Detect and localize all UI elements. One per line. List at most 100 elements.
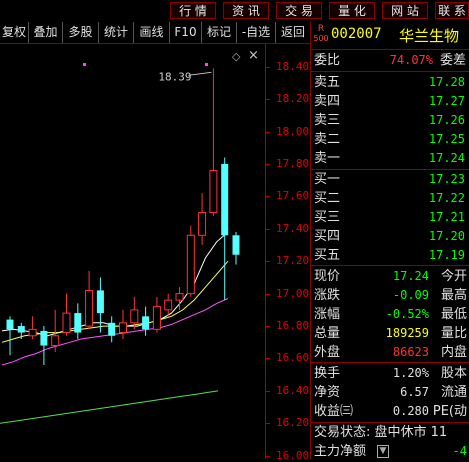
ask-level-2-value: 17.25: [428, 132, 465, 146]
axis-tick: [265, 423, 270, 425]
stat2-2: 收益㈢ 0.280 PE(动: [311, 402, 469, 421]
axis-tick-label: 16.00: [276, 448, 310, 462]
menu-trade[interactable]: 交 易: [276, 2, 322, 19]
bid-level-5: 买五 17.19: [311, 246, 469, 265]
axis-tick: [265, 196, 270, 198]
stat2-1-value: 6.57: [400, 385, 429, 399]
stat-4-value: 86623: [392, 345, 429, 359]
ask-level-5-label: 卖五: [314, 75, 341, 90]
stat2-2-label: 收益㈢: [314, 404, 354, 419]
tool-multi-stock[interactable]: 多股: [63, 22, 99, 43]
axis-tick-label: 17.20: [276, 254, 310, 268]
menu-news[interactable]: 资 讯: [223, 2, 269, 19]
axis-tick-label: 16.20: [276, 416, 310, 430]
chart-toolbar: 复权 叠加 多股 统计 画线 F10 标记 -自选 返回: [0, 22, 310, 44]
stat-1: 涨跌 -0.09 最高: [311, 286, 469, 305]
stat-1-label: 涨跌: [314, 288, 341, 303]
bid-level-4: 买四 17.20: [311, 227, 469, 246]
stat-1-value: -0.09: [392, 288, 429, 302]
net-flow-row[interactable]: 主力净额 ▼ -4: [311, 442, 469, 461]
axis-tick: [265, 358, 270, 360]
axis-tick-label: 17.40: [276, 221, 310, 235]
bid-level-2: 买二 17.22: [311, 189, 469, 208]
stat-4-label: 外盘: [314, 345, 341, 360]
axis-tick: [265, 228, 270, 230]
axis-tick: [265, 455, 270, 457]
menu-quotes[interactable]: 行 情: [170, 2, 216, 19]
quote-panel: R 500 002007 华兰生物 委比 74.07% 委差 卖五 17.28 卖四…: [310, 22, 469, 459]
stat-2-right-label: 最低: [440, 307, 467, 322]
ask-level-4: 卖四 17.27: [311, 92, 469, 111]
stat-0: 现价 17.24 今开: [311, 267, 469, 286]
tool-mark[interactable]: 标记: [202, 22, 237, 43]
bid-level-4-value: 17.20: [428, 229, 465, 243]
weicha-label: 委差: [439, 53, 466, 68]
stat2-0-right-label: 股本: [440, 366, 467, 381]
candle-body: [152, 306, 161, 330]
close-icon[interactable]: ×: [248, 48, 259, 63]
divider: [311, 265, 469, 266]
axis-tick: [265, 293, 270, 295]
axis-tick: [265, 163, 270, 165]
candle-body: [85, 289, 94, 327]
menu-website[interactable]: 网 站: [382, 2, 428, 19]
candle-body: [51, 335, 60, 347]
axis-tick-label: 16.80: [276, 319, 310, 333]
trade-status-row: 交易状态: 盘中休市 11: [311, 423, 469, 442]
stock-header: R 500 002007 华兰生物: [311, 22, 469, 50]
tool-draw-line[interactable]: 画线: [134, 22, 170, 43]
candle-body: [96, 290, 104, 314]
stat2-1: 净资 6.57 流通: [311, 383, 469, 402]
menu-contact[interactable]: 联 系: [435, 2, 469, 19]
stock-name: 华兰生物: [399, 27, 460, 45]
stat2-1-label: 净资: [314, 385, 341, 400]
candle-body: [28, 328, 37, 337]
weibi-label: 委比: [314, 53, 341, 68]
dropdown-icon[interactable]: ▼: [377, 445, 389, 458]
stat-3-label: 总量: [314, 326, 341, 341]
tool-restore-rights[interactable]: 复权: [0, 22, 29, 43]
kline-chart[interactable]: 18.39: [0, 44, 310, 459]
marker-dot: [83, 63, 86, 66]
tool-f10[interactable]: F10: [170, 22, 202, 43]
tool-statistics[interactable]: 统计: [99, 22, 134, 43]
bid-level-5-label: 买五: [314, 248, 341, 263]
diamond-icon[interactable]: ◇: [232, 50, 240, 63]
ma-line-3: [0, 390, 219, 424]
ask-level-5-value: 17.28: [428, 75, 465, 89]
ask-level-4-label: 卖四: [314, 94, 341, 109]
ask-level-3: 卖三 17.26: [311, 111, 469, 130]
candle-body: [119, 322, 127, 334]
peak-arrow: [188, 71, 212, 76]
menu-quant[interactable]: 量 化: [329, 2, 375, 19]
axis-tick: [265, 66, 270, 68]
stat2-0-label: 换手: [314, 366, 341, 381]
stat-2: 涨幅 -0.52% 最低: [311, 305, 469, 324]
candle-body: [221, 163, 229, 236]
bid-level-1-value: 17.23: [428, 172, 465, 186]
bid-level-1: 买一 17.23: [311, 170, 469, 189]
axis-tick-label: 18.20: [276, 92, 310, 106]
bid-level-5-value: 17.19: [428, 248, 465, 262]
bid-level-4-label: 买四: [314, 229, 341, 244]
bid-level-1-label: 买一: [314, 172, 341, 187]
candle-body: [17, 326, 25, 333]
stat2-2-value: 0.280: [392, 404, 429, 418]
axis-tick: [265, 390, 270, 392]
candle-body: [6, 319, 14, 330]
stat-0-value: 17.24: [392, 269, 429, 283]
stat-2-label: 涨幅: [314, 307, 341, 322]
weibi-row: 委比 74.07% 委差: [311, 51, 469, 70]
tool-overlay[interactable]: 叠加: [29, 22, 63, 43]
marker-dot: [205, 63, 208, 66]
candle-body: [186, 234, 195, 295]
ask-level-5: 卖五 17.28: [311, 73, 469, 92]
stat-0-right-label: 今开: [440, 269, 467, 284]
tool-back[interactable]: 返回: [276, 22, 310, 43]
ask-level-2: 卖二 17.25: [311, 130, 469, 149]
candle-body: [74, 313, 82, 333]
divider: [311, 71, 469, 72]
tool-remove-watchlist[interactable]: -自选: [237, 22, 276, 43]
stat2-0-value: 1.20%: [392, 366, 429, 380]
axis-tick-label: 18.00: [276, 124, 310, 138]
